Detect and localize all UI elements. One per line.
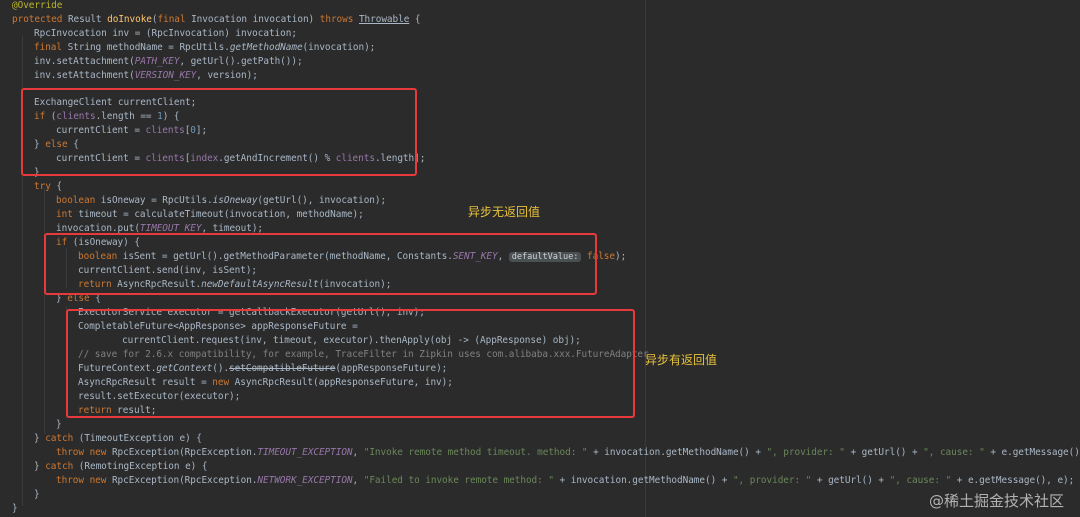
code-line-30: }: [56, 419, 62, 430]
right-margin-guide: [645, 0, 646, 517]
code-line-3: RpcInvocation inv = (RpcInvocation) invo…: [34, 28, 297, 39]
code-line-32: throw new RpcException(RpcException.TIME…: [56, 447, 1080, 458]
indent-guide: [44, 188, 45, 434]
async-annotation-label: 异步有返回值: [645, 353, 718, 367]
code-line-36: }: [12, 503, 18, 514]
client-selection-highlight-box: [21, 88, 417, 176]
code-line-35: }: [34, 489, 40, 500]
code-line-6: inv.setAttachment(VERSION_KEY, version);: [34, 70, 258, 81]
code-line-4: final String methodName = RpcUtils.getMe…: [34, 42, 376, 53]
async-response-highlight-box: [66, 309, 635, 418]
code-line-1: @Override: [12, 0, 63, 11]
code-line-34: throw new RpcException(RpcException.NETW…: [56, 475, 1075, 486]
code-line-13: try {: [34, 181, 62, 192]
code-line-5: inv.setAttachment(PATH_KEY, getUrl().get…: [34, 56, 303, 67]
code-line-31: } catch (TimeoutException e) {: [34, 433, 202, 444]
oneway-annotation-label: 异步无返回值: [468, 205, 541, 219]
code-line-33: } catch (RemotingException e) {: [34, 461, 208, 472]
oneway-highlight-box: [44, 233, 597, 295]
code-line-15: int timeout = calculateTimeout(invocatio…: [56, 209, 364, 220]
code-editor[interactable]: @Override protected Result doInvoke(fina…: [0, 0, 1080, 517]
code-line-2: protected Result doInvoke(final Invocati…: [12, 14, 421, 25]
watermark: @稀土掘金技术社区: [928, 492, 1064, 510]
code-line-14: boolean isOneway = RpcUtils.isOneway(get…: [56, 195, 387, 206]
